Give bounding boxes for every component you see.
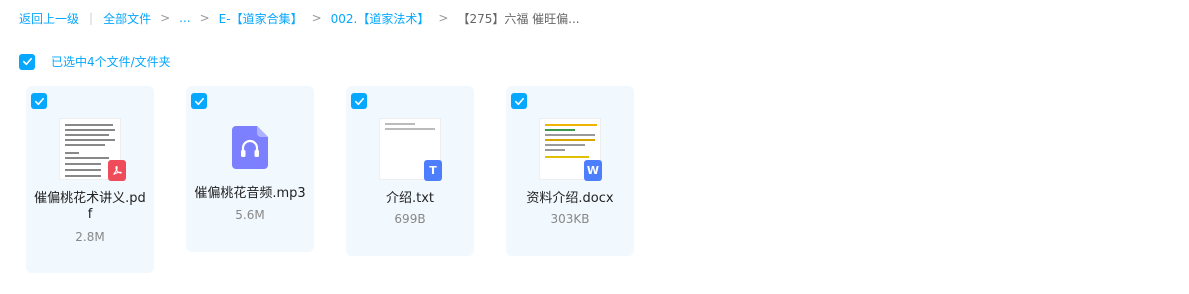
chevron-right-icon: > [311, 11, 322, 25]
select-all-row: 已选中4个文件/文件夹 [19, 53, 171, 70]
breadcrumb-current: 【275】六福 催旺偏... [457, 11, 580, 26]
back-link[interactable]: 返回上一级 [19, 10, 79, 27]
selection-count-text: 已选中4个文件/文件夹 [51, 55, 171, 69]
file-size: 5.6M [235, 208, 265, 222]
file-checkbox[interactable] [351, 93, 367, 109]
breadcrumb-level2[interactable]: 002.【道家法术】 [331, 10, 430, 27]
pdf-icon [108, 160, 126, 181]
chevron-right-icon: > [438, 11, 449, 25]
check-icon [514, 97, 524, 105]
file-name[interactable]: 资料介绍.docx [512, 191, 628, 207]
select-all-checkbox[interactable] [19, 53, 35, 70]
check-icon [22, 57, 32, 66]
check-icon [194, 97, 204, 105]
check-icon [354, 97, 364, 105]
file-card-audio[interactable]: 催偏桃花音频.mp3 5.6M [186, 86, 314, 252]
file-card-pdf[interactable]: 催偏桃花术讲义.pdf 2.8M [26, 86, 154, 273]
file-size: 303KB [550, 212, 590, 226]
file-checkbox[interactable] [31, 93, 47, 109]
breadcrumb-all-files[interactable]: 全部文件 [103, 10, 151, 27]
word-icon: W [584, 160, 602, 181]
txt-thumbnail: T [379, 118, 442, 181]
file-size: 699B [394, 212, 426, 226]
file-name[interactable]: 催偏桃花术讲义.pdf [32, 191, 148, 223]
chevron-right-icon: > [199, 11, 210, 25]
file-card-txt[interactable]: T 介绍.txt 699B [346, 86, 474, 256]
breadcrumb-level1[interactable]: E-【道家合集】 [219, 10, 303, 27]
check-icon [34, 97, 44, 105]
breadcrumb-divider: | [89, 11, 94, 25]
file-size: 2.8M [75, 230, 105, 244]
file-card-docx[interactable]: W 资料介绍.docx 303KB [506, 86, 634, 256]
pdf-thumbnail [59, 118, 126, 181]
breadcrumb: 返回上一级 | 全部文件 > ... > E-【道家合集】 > 002.【道家法… [19, 9, 580, 27]
file-checkbox[interactable] [191, 93, 207, 109]
breadcrumb-ellipsis[interactable]: ... [179, 11, 190, 25]
audio-file-icon [232, 126, 268, 169]
file-name[interactable]: 催偏桃花音频.mp3 [192, 186, 308, 202]
docx-thumbnail: W [539, 118, 602, 181]
file-name[interactable]: 介绍.txt [352, 191, 468, 207]
txt-icon: T [424, 160, 442, 181]
file-checkbox[interactable] [511, 93, 527, 109]
chevron-right-icon: > [160, 11, 171, 25]
